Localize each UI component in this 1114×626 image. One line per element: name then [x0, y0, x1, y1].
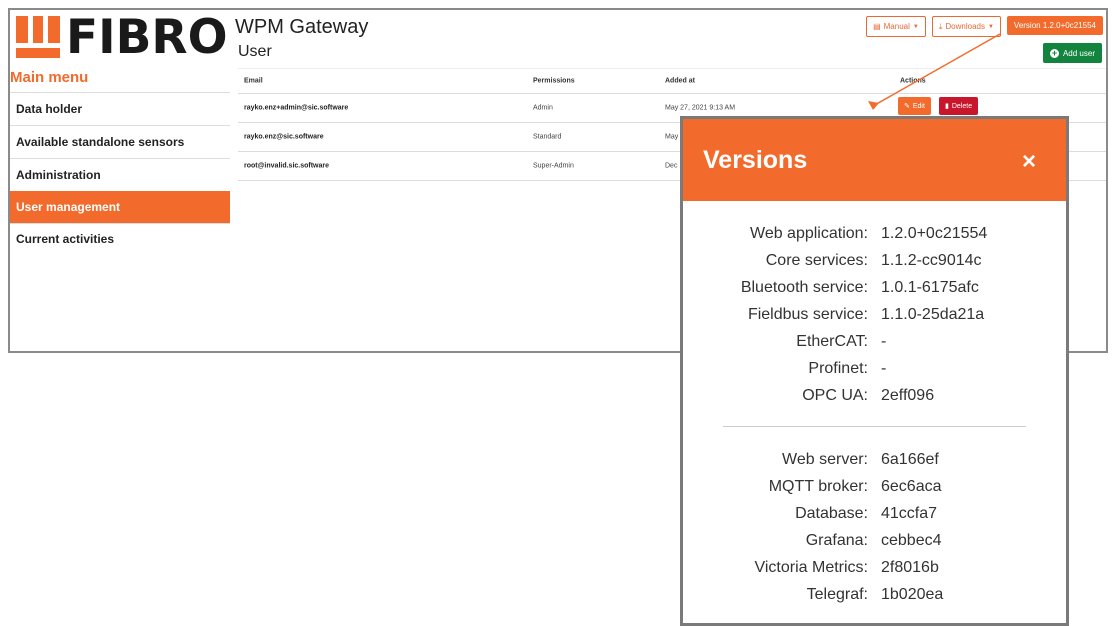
version-label: EtherCAT: — [796, 333, 868, 350]
user-email: rayko.enz@sic.software — [244, 133, 324, 141]
user-permissions: Admin — [533, 104, 553, 112]
user-email: root@invalid.sic.software — [244, 162, 330, 170]
downloads-button-label: Downloads — [945, 22, 985, 31]
version-row-bluetooth-service: Bluetooth service: 1.0.1-6175afc — [683, 279, 1066, 305]
user-permissions: Standard — [533, 133, 562, 141]
version-value: 6ec6aca — [881, 478, 942, 495]
close-icon[interactable]: × — [1022, 148, 1036, 176]
version-value: 1.2.0+0c21554 — [881, 225, 988, 242]
manual-button-label: Manual — [883, 22, 910, 31]
manual-button[interactable]: ▤ Manual ▼ — [866, 16, 926, 37]
column-header-added[interactable]: Added at — [665, 78, 695, 85]
version-row-mqtt-broker: MQTT broker: 6ec6aca — [683, 478, 1066, 504]
chevron-down-icon: ▼ — [987, 23, 994, 30]
version-value: 1.0.1-6175afc — [881, 279, 979, 296]
sidebar-item-label: User management — [16, 200, 121, 214]
column-header-permissions[interactable]: Permissions — [533, 78, 575, 85]
version-button-label: Version 1.2.0+0c21554 — [1013, 21, 1096, 30]
sidebar-item-label: Available standalone sensors — [16, 135, 185, 149]
version-value: 2f8016b — [881, 559, 939, 576]
versions-dialog-title: Versions — [703, 146, 808, 174]
version-label: Core services: — [765, 252, 868, 269]
sidebar-item-label: Current activities — [16, 232, 115, 246]
sidebar-item-label: Data holder — [16, 102, 83, 116]
version-value: cebbec4 — [881, 532, 942, 549]
delete-button-label: Delete — [951, 102, 973, 110]
version-label: Database: — [795, 505, 868, 522]
add-user-button[interactable]: + Add user — [1042, 43, 1102, 63]
page-title: User — [238, 43, 272, 60]
trash-icon: ▮ — [945, 103, 949, 110]
user-added-at: May — [665, 133, 679, 141]
version-value: - — [881, 360, 887, 377]
user-added-at: May 27, 2021 9:13 AM — [665, 104, 736, 112]
version-label: OPC UA: — [802, 387, 868, 404]
sidebar-item-standalone-sensors[interactable]: Available standalone sensors — [10, 125, 230, 158]
table-header: Email Permissions Added at Actions — [238, 68, 1106, 94]
version-row-fieldbus-service: Fieldbus service: 1.1.0-25da21a — [683, 306, 1066, 332]
version-label: Fieldbus service: — [747, 306, 868, 323]
version-row-web-application: Web application: 1.2.0+0c21554 — [683, 225, 1066, 251]
version-row-core-services: Core services: 1.1.2-cc9014c — [683, 252, 1066, 278]
version-label: Profinet: — [808, 360, 868, 377]
version-value: 41ccfa7 — [881, 505, 938, 522]
version-label: Telegraf: — [806, 586, 868, 603]
version-value: 1b020ea — [881, 586, 944, 603]
top-button-group: ▤ Manual ▼ ⤓ Downloads ▼ Version 1.2.0+0… — [866, 16, 1103, 37]
version-label: Bluetooth service: — [740, 279, 868, 296]
version-value: 1.1.2-cc9014c — [881, 252, 982, 269]
version-label: Web server: — [782, 451, 868, 468]
version-row-web-server: Web server: 6a166ef — [683, 451, 1066, 477]
sidebar-item-current-activities[interactable]: Current activities — [10, 223, 230, 251]
version-label: MQTT broker: — [768, 478, 868, 495]
plus-icon: + — [1049, 47, 1059, 58]
versions-dialog-header: Versions × — [683, 119, 1066, 201]
book-icon: ▤ — [873, 22, 881, 31]
add-user-label: Add user — [1062, 48, 1095, 58]
chevron-down-icon: ▼ — [912, 23, 919, 30]
main-menu: Data holder Available standalone sensors… — [10, 92, 230, 251]
downloads-button[interactable]: ⤓ Downloads ▼ — [931, 16, 1001, 37]
user-email: rayko.enz+admin@sic.software — [244, 104, 349, 112]
version-row-ethercat: EtherCAT: - — [683, 333, 1066, 359]
main-menu-title: Main menu — [10, 69, 89, 86]
version-label: Grafana: — [805, 532, 868, 549]
divider — [723, 426, 1026, 427]
edit-button[interactable]: ✎ Edit — [898, 97, 931, 115]
fibro-logo-mark-icon — [16, 16, 60, 58]
user-permissions: Super-Admin — [533, 162, 574, 170]
version-value: - — [881, 333, 887, 350]
download-icon: ⤓ — [938, 21, 943, 31]
logo-wordmark: FIBRO — [66, 10, 228, 65]
version-row-opc-ua: OPC UA: 2eff096 — [683, 387, 1066, 413]
sidebar-item-data-holder[interactable]: Data holder — [10, 92, 230, 125]
sidebar-item-user-management[interactable]: User management — [10, 191, 230, 223]
sidebar-item-administration[interactable]: Administration — [10, 158, 230, 191]
version-value: 1.1.0-25da21a — [881, 306, 985, 323]
user-added-at: Dec — [665, 162, 678, 170]
version-value: 2eff096 — [881, 387, 935, 404]
fibro-logo: FIBRO — [16, 10, 232, 65]
sidebar-item-label: Administration — [16, 168, 101, 182]
column-header-actions: Actions — [900, 77, 926, 85]
version-row-telegraf: Telegraf: 1b020ea — [683, 586, 1066, 612]
pencil-icon: ✎ — [904, 103, 910, 110]
version-button[interactable]: Version 1.2.0+0c21554 — [1006, 16, 1103, 35]
version-value: 6a166ef — [881, 451, 939, 468]
delete-button[interactable]: ▮ Delete — [939, 97, 979, 115]
app-title: WPM Gateway — [235, 16, 369, 38]
column-header-email[interactable]: Email — [244, 78, 263, 85]
version-row-grafana: Grafana: cebbec4 — [683, 532, 1066, 558]
edit-button-label: Edit — [912, 102, 925, 110]
version-row-profinet: Profinet: - — [683, 360, 1066, 386]
version-label: Web application: — [750, 225, 868, 242]
version-label: Victoria Metrics: — [754, 559, 868, 576]
versions-dialog: Versions × Web application: 1.2.0+0c2155… — [680, 116, 1069, 626]
version-row-database: Database: 41ccfa7 — [683, 505, 1066, 531]
version-row-victoria-metrics: Victoria Metrics: 2f8016b — [683, 559, 1066, 585]
